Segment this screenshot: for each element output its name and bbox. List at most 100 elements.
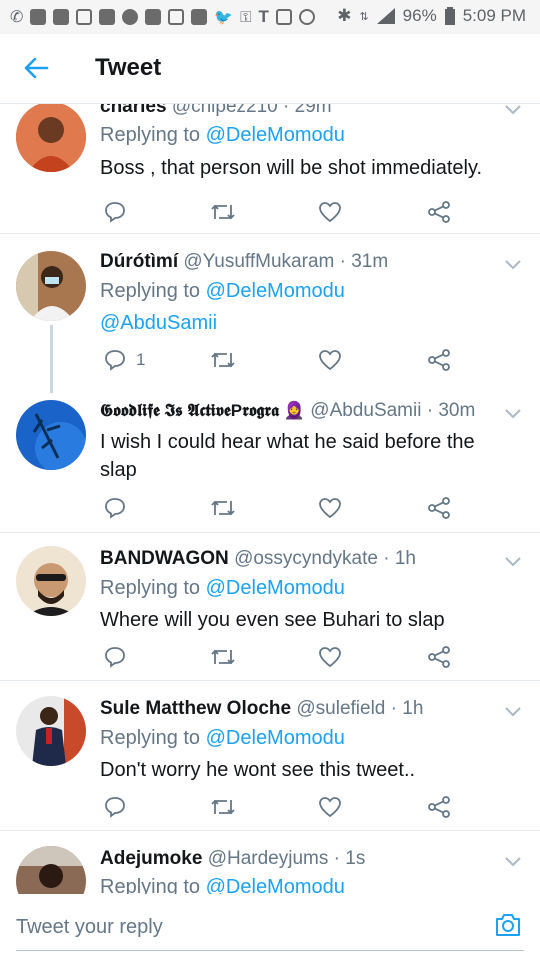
tweet-time: · 1s xyxy=(333,848,366,869)
reply-icon xyxy=(105,797,125,818)
tweet-author-line: charles @chipez210 · 29m xyxy=(100,104,332,118)
heart-icon xyxy=(319,498,341,519)
chevron-down-icon[interactable] xyxy=(504,706,522,718)
replying-mention[interactable]: @DeleMomodu xyxy=(206,280,345,302)
retweet-icon xyxy=(211,204,235,220)
replying-prefix: Replying to xyxy=(100,727,201,749)
chevron-down-icon[interactable] xyxy=(504,104,522,116)
avatar[interactable] xyxy=(16,846,86,894)
retweet-icon xyxy=(211,799,235,815)
replying-to: Replying to @DeleMomodu xyxy=(100,876,345,894)
tweet[interactable]: Sule Matthew Oloche @sulefield · 1h Repl… xyxy=(0,694,540,829)
avatar[interactable] xyxy=(16,546,86,616)
thread-connector xyxy=(50,325,53,393)
tweet[interactable]: BANDWAGON @ossycyndykate · 1h Replying t… xyxy=(0,544,540,679)
author-name[interactable]: charles xyxy=(100,104,167,117)
reply-button[interactable]: 1 xyxy=(104,347,145,373)
chat-icon xyxy=(99,9,116,25)
bluetooth-icon: ✱ xyxy=(337,6,352,25)
reply-button[interactable] xyxy=(104,794,136,820)
tweet-time: · 31m xyxy=(339,251,389,272)
retweet-button[interactable] xyxy=(210,347,236,373)
author-name[interactable]: Dúrótìmí xyxy=(100,251,178,272)
tweet[interactable]: charles @chipez210 · 29m Replying to @De… xyxy=(0,104,540,231)
tweet-author-line: Sule Matthew Oloche @sulefield · 1h xyxy=(100,698,423,720)
top-app-bar: Tweet xyxy=(0,34,540,104)
tweet-time: · 30m xyxy=(426,400,476,421)
avatar[interactable] xyxy=(16,104,86,172)
replying-mention[interactable]: @DeleMomodu xyxy=(206,577,345,599)
reply-button[interactable] xyxy=(104,199,136,225)
tweet[interactable]: Dúrótìmí @YusuffMukaram · 31m Replying t… xyxy=(0,247,540,393)
tweet-divider xyxy=(0,680,540,681)
author-name[interactable]: Adejumoke xyxy=(100,848,202,869)
retweet-button[interactable] xyxy=(210,199,236,225)
like-button[interactable] xyxy=(318,347,342,373)
author-handle[interactable]: @YusuffMukaram xyxy=(183,251,334,272)
battery-level: 96% xyxy=(402,6,437,25)
replying-prefix: Replying to xyxy=(100,577,201,599)
camera-icon[interactable] xyxy=(494,912,522,938)
like-button[interactable] xyxy=(318,495,342,521)
chevron-down-icon[interactable] xyxy=(504,856,522,868)
share-button[interactable] xyxy=(428,199,450,225)
tweet-actions xyxy=(100,794,460,820)
replying-to: Replying to @DeleMomodu xyxy=(100,577,345,600)
author-handle[interactable]: @Hardeyjums xyxy=(208,848,329,869)
tweet-actions: 1 xyxy=(100,347,460,373)
replying-prefix: Replying to xyxy=(100,280,201,302)
heart-icon xyxy=(319,647,341,668)
retweet-button[interactable] xyxy=(210,495,236,521)
chevron-down-icon[interactable] xyxy=(504,259,522,271)
reply-icon xyxy=(105,350,125,371)
author-name[interactable]: 𝕲𝖔𝖔𝖉𝖑𝖎𝖋𝖊 𝕴𝖘 𝕬𝖈𝖙𝖎𝖛𝖊P𝖗𝖔𝖌𝖗𝖆 🧕 xyxy=(100,401,305,420)
tweet-divider xyxy=(0,233,540,234)
replying-mention[interactable]: @DeleMomodu xyxy=(206,727,345,749)
tweet[interactable]: 𝕲𝖔𝖔𝖉𝖑𝖎𝖋𝖊 𝕴𝖘 𝕬𝖈𝖙𝖎𝖛𝖊P𝖗𝖔𝖌𝖗𝖆 🧕 @AbduSamii · … xyxy=(0,396,540,531)
retweet-icon xyxy=(211,500,235,516)
battery-icon xyxy=(444,7,455,25)
replying-mention[interactable]: @DeleMomodu xyxy=(206,876,345,894)
author-handle[interactable]: @AbduSamii xyxy=(310,400,421,421)
share-icon xyxy=(428,646,450,668)
author-handle[interactable]: @ossycyndykate xyxy=(234,548,378,569)
avatar[interactable] xyxy=(16,696,86,766)
retweet-button[interactable] xyxy=(210,794,236,820)
reply-icon xyxy=(105,202,125,223)
avatar[interactable] xyxy=(16,251,86,321)
author-name[interactable]: Sule Matthew Oloche xyxy=(100,698,291,719)
reply-feed[interactable]: charles @chipez210 · 29m Replying to @De… xyxy=(0,104,540,894)
key-icon: ⚿ xyxy=(240,8,252,26)
author-name[interactable]: BANDWAGON xyxy=(100,548,229,569)
author-handle[interactable]: @sulefield xyxy=(296,698,385,719)
data-icon: ⇅ xyxy=(359,10,369,23)
tweet-actions xyxy=(100,199,460,225)
chevron-down-icon[interactable] xyxy=(504,556,522,568)
share-button[interactable] xyxy=(428,644,450,670)
share-button[interactable] xyxy=(428,347,450,373)
tweet-time: · 29m xyxy=(283,104,332,117)
tweet-divider xyxy=(0,532,540,533)
signal-icon xyxy=(376,8,395,24)
like-button[interactable] xyxy=(318,794,342,820)
reply-button[interactable] xyxy=(104,644,136,670)
app-icon xyxy=(168,9,185,25)
back-arrow-icon[interactable] xyxy=(22,54,50,82)
mail-icon xyxy=(30,9,47,25)
reply-input[interactable] xyxy=(16,912,476,942)
reply-icon xyxy=(105,498,125,519)
reply-button[interactable] xyxy=(104,495,136,521)
tweet-time: · 1h xyxy=(390,698,424,719)
share-button[interactable] xyxy=(428,495,450,521)
replying-mention[interactable]: @DeleMomodu xyxy=(206,124,345,146)
tweet-text[interactable]: @AbduSamii xyxy=(100,309,510,337)
like-button[interactable] xyxy=(318,644,342,670)
avatar[interactable] xyxy=(16,400,86,470)
retweet-button[interactable] xyxy=(210,644,236,670)
share-button[interactable] xyxy=(428,794,450,820)
chevron-down-icon[interactable] xyxy=(504,408,522,420)
tweet[interactable]: Adejumoke @Hardeyjums · 1s Replying to @… xyxy=(0,844,540,894)
author-handle[interactable]: @chipez210 xyxy=(172,104,278,117)
tweet-text: Boss , that person will be shot immediat… xyxy=(100,157,483,179)
like-button[interactable] xyxy=(318,199,342,225)
